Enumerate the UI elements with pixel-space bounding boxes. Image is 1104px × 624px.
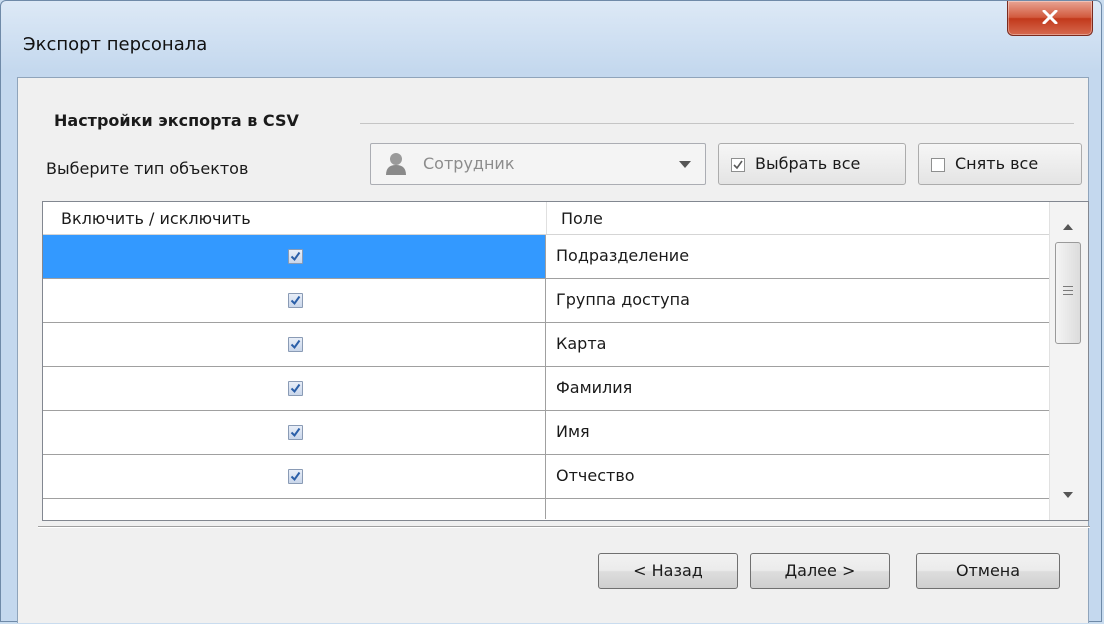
checkmark-icon <box>733 160 743 170</box>
group-divider <box>360 123 1074 124</box>
include-cell[interactable] <box>43 499 546 519</box>
field-name: Карта <box>556 334 607 353</box>
checkmark-icon <box>290 471 301 482</box>
include-checkbox[interactable] <box>288 337 303 352</box>
grip-line <box>1063 294 1073 295</box>
vertical-scrollbar[interactable] <box>1049 202 1088 520</box>
checkmark-icon <box>290 383 301 394</box>
include-cell[interactable] <box>43 367 546 410</box>
scroll-down-icon[interactable] <box>1063 492 1073 498</box>
table-row[interactable]: Фамилия <box>43 367 1050 411</box>
table-row[interactable]: Подразделение <box>43 235 1050 279</box>
table-row[interactable] <box>43 499 1050 519</box>
field-name: Фамилия <box>556 378 633 397</box>
include-cell[interactable] <box>43 279 546 322</box>
include-checkbox[interactable] <box>288 249 303 264</box>
field-name: Группа доступа <box>556 290 690 309</box>
object-type-label: Выберите тип объектов <box>46 159 249 178</box>
table-row[interactable]: Имя <box>43 411 1050 455</box>
table-row[interactable]: Отчество <box>43 455 1050 499</box>
table-row[interactable]: Группа доступа <box>43 279 1050 323</box>
include-cell[interactable] <box>43 455 546 498</box>
field-name: Отчество <box>556 466 635 485</box>
select-all-button[interactable]: Выбрать все <box>718 143 906 185</box>
include-checkbox[interactable] <box>288 293 303 308</box>
checkmark-icon <box>290 251 301 262</box>
select-all-checkbox[interactable] <box>731 158 745 172</box>
column-separator[interactable] <box>546 202 547 234</box>
checkmark-icon <box>290 339 301 350</box>
grip-line <box>1063 290 1073 291</box>
column-header-include[interactable]: Включить / исключить <box>61 209 251 228</box>
checkmark-icon <box>290 295 301 306</box>
dialog-content: Настройки экспорта в CSV Выберите тип об… <box>17 77 1090 623</box>
close-button[interactable] <box>1007 1 1093 36</box>
object-type-value: Сотрудник <box>423 154 515 173</box>
field-name: Имя <box>556 422 590 441</box>
object-type-dropdown[interactable]: Сотрудник <box>370 143 706 185</box>
clear-all-button[interactable]: Снять все <box>918 143 1082 185</box>
table-row[interactable]: Карта <box>43 323 1050 367</box>
table-header: Включить / исключить Поле <box>43 202 1050 235</box>
clear-all-label: Снять все <box>955 154 1039 173</box>
include-checkbox[interactable] <box>288 469 303 484</box>
window-title: Экспорт персонала <box>23 34 208 55</box>
scrollbar-thumb[interactable] <box>1055 242 1081 344</box>
scroll-up-icon[interactable] <box>1063 224 1073 230</box>
include-cell[interactable] <box>43 323 546 366</box>
next-button[interactable]: Далее > <box>750 553 890 589</box>
field-name: Подразделение <box>556 246 690 265</box>
select-all-label: Выбрать все <box>755 154 861 173</box>
include-cell[interactable] <box>43 411 546 454</box>
cancel-button[interactable]: Отмена <box>916 553 1060 589</box>
export-dialog-window: Экспорт персонала Настройки экспорта в C… <box>0 0 1102 623</box>
footer-divider <box>38 526 1090 527</box>
group-title: Настройки экспорта в CSV <box>54 111 299 130</box>
table-body: Подразделение Группа доступа Карта Фамилия И… <box>43 235 1050 519</box>
dropdown-arrow-icon[interactable] <box>679 161 691 168</box>
checkmark-icon <box>290 427 301 438</box>
fields-table: Включить / исключить Поле Подразделение Г… <box>42 201 1089 521</box>
include-cell[interactable] <box>43 235 546 278</box>
title-bar[interactable]: Экспорт персонала <box>1 1 1101 81</box>
back-button[interactable]: < Назад <box>598 553 738 589</box>
close-icon <box>1042 10 1058 24</box>
include-checkbox[interactable] <box>288 381 303 396</box>
column-header-field[interactable]: Поле <box>561 209 603 228</box>
grip-line <box>1063 286 1073 287</box>
include-checkbox[interactable] <box>288 425 303 440</box>
person-icon <box>386 153 406 175</box>
clear-all-checkbox[interactable] <box>931 158 945 172</box>
